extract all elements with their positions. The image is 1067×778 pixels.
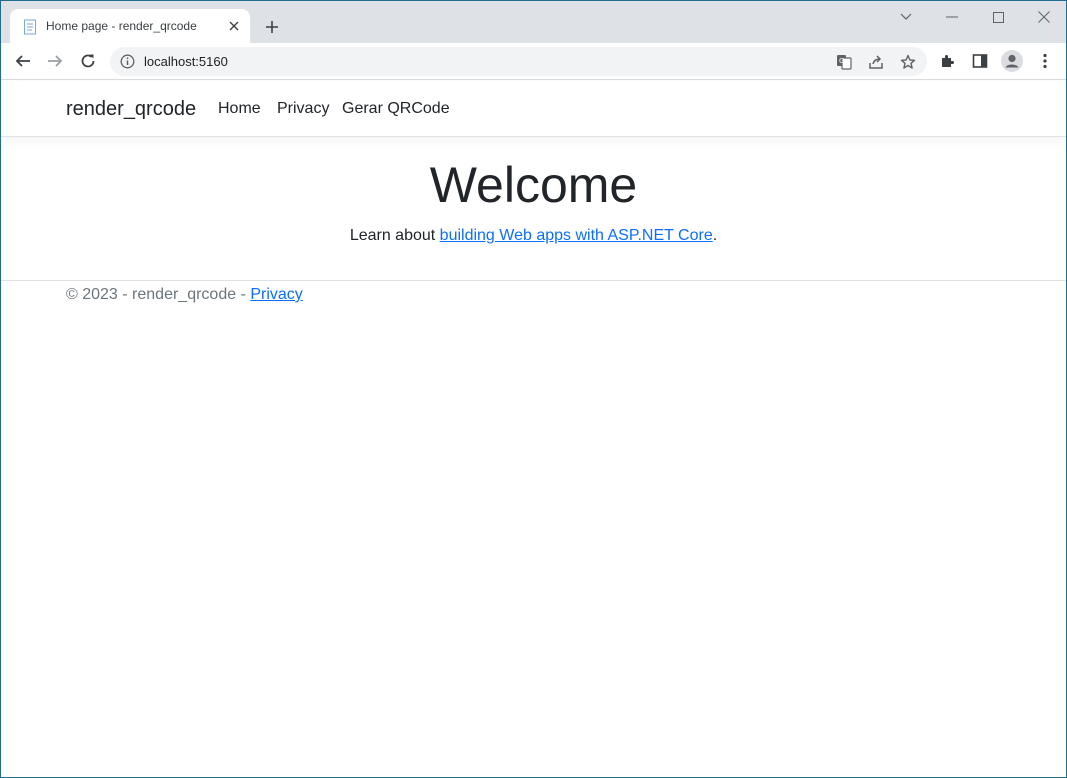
info-icon[interactable] [120, 54, 135, 69]
nav-link-home[interactable]: Home [218, 100, 261, 118]
page-icon [24, 19, 36, 35]
side-panel-button[interactable] [966, 47, 994, 75]
nav-link-gerar-qrcode[interactable]: Gerar QRCode [342, 100, 450, 118]
browser-window: Home page - render_qrcode localhost:5160… [0, 0, 1067, 778]
footer-privacy-link[interactable]: Privacy [250, 286, 302, 303]
back-arrow-icon [15, 55, 30, 67]
profile-button[interactable] [998, 47, 1026, 75]
browser-toolbar: localhost:5160 G [1, 43, 1066, 80]
star-icon[interactable] [899, 53, 917, 71]
tab-search-button[interactable] [883, 5, 929, 29]
reload-button[interactable] [74, 47, 102, 75]
learn-prefix: Learn about [349, 227, 440, 244]
side-panel-icon [972, 54, 988, 68]
window-close-button[interactable] [1021, 5, 1066, 29]
plus-icon [266, 21, 278, 33]
tab-strip: Home page - render_qrcode [1, 1, 1066, 43]
learn-paragraph: Learn about building Web apps with ASP.N… [1, 227, 1066, 245]
browser-tab[interactable]: Home page - render_qrcode [10, 9, 250, 43]
translate-icon[interactable]: G [835, 53, 853, 71]
navbar-brand[interactable]: render_qrcode [66, 98, 196, 121]
close-icon [1038, 11, 1050, 23]
maximize-icon [992, 11, 1004, 23]
share-icon[interactable] [867, 53, 885, 71]
welcome-heading: Welcome [429, 157, 638, 213]
reload-icon [81, 54, 95, 68]
back-button[interactable] [9, 47, 37, 75]
forward-arrow-icon [48, 55, 63, 67]
address-bar[interactable]: localhost:5160 G [110, 47, 927, 76]
close-icon[interactable] [226, 18, 242, 34]
learn-suffix: . [712, 227, 718, 244]
footer-text: © 2023 - render_qrcode - [66, 286, 251, 303]
extensions-button[interactable] [934, 47, 962, 75]
menu-button[interactable] [1031, 47, 1059, 75]
new-tab-button[interactable] [261, 16, 283, 38]
puzzle-icon [942, 55, 954, 67]
nav-link-privacy[interactable]: Privacy [277, 100, 329, 118]
maximize-button[interactable] [975, 5, 1021, 29]
chevron-down-icon [900, 13, 912, 20]
avatar-icon [1001, 50, 1023, 72]
svg-text:G: G [839, 57, 844, 65]
kebab-menu-icon [1043, 53, 1047, 69]
site-footer: © 2023 - render_qrcode - Privacy [66, 286, 303, 304]
url-text[interactable]: localhost:5160 [144, 54, 228, 69]
tab-title: Home page - render_qrcode [46, 19, 197, 33]
aspnet-docs-link[interactable]: building Web apps with ASP.NET Core [440, 227, 713, 244]
footer-divider [1, 280, 1066, 281]
page-content: render_qrcode Home Privacy Gerar QRCode … [1, 81, 1066, 777]
forward-button[interactable] [41, 47, 69, 75]
minimize-icon [946, 16, 958, 18]
site-navbar: render_qrcode Home Privacy Gerar QRCode [1, 81, 1066, 137]
minimize-button[interactable] [929, 5, 975, 29]
